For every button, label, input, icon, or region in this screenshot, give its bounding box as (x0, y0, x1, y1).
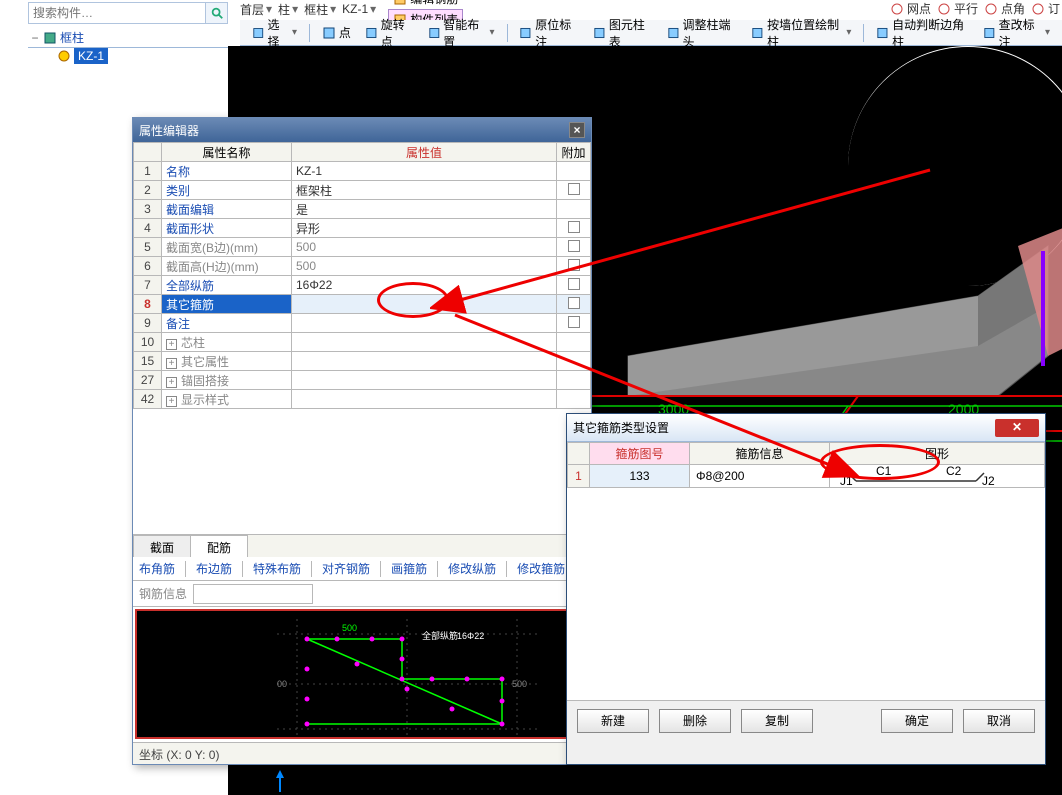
rebar-tool-2[interactable]: 特殊布筋 (253, 560, 301, 577)
dialog-title: 其它箍筋类型设置 (573, 419, 669, 436)
stirrup-type-dialog: 其它箍筋类型设置 ✕ 箍筋图号 箍筋信息 图形 1 133 Φ8@200 (566, 413, 1046, 765)
svg-text:C2: C2 (946, 465, 962, 478)
add-checkbox[interactable] (568, 278, 580, 290)
stirrup-no-cell[interactable]: 133 (590, 465, 690, 488)
search-input[interactable] (29, 3, 205, 23)
search-button[interactable] (205, 3, 227, 23)
property-table: 属性名称 属性值 附加 1名称KZ-12类别框架柱3截面编辑是4截面形状异形5截… (133, 142, 591, 409)
panel-title-text: 属性编辑器 (139, 122, 199, 139)
copy-button[interactable]: 复制 (741, 709, 813, 733)
stirrup-info-cell[interactable]: Φ8@200 (690, 465, 830, 488)
add-checkbox[interactable] (568, 297, 580, 309)
rebar-info-input[interactable] (193, 584, 313, 604)
prop-row-9[interactable]: 9备注 (134, 314, 591, 333)
svg-text:500: 500 (342, 623, 357, 633)
add-checkbox[interactable] (568, 221, 580, 233)
rebar-toolbar: 布角筋 布边筋 特殊布筋 对齐钢筋 画箍筋 修改纵筋 修改箍筋 (133, 557, 591, 581)
svg-text:500: 500 (277, 679, 287, 689)
member-tree: − 框柱 KZ-1 (28, 24, 228, 69)
sidebar: − 框柱 KZ-1 (28, 2, 228, 48)
col-shape: 图形 (830, 443, 1045, 465)
prop-row-15[interactable]: 15+其它属性 (134, 352, 591, 371)
rebar-tool-0[interactable]: 布角筋 (139, 560, 175, 577)
prop-row-7[interactable]: 7全部纵筋16Φ22 (134, 276, 591, 295)
prop-row-6[interactable]: 6截面高(H边)(mm)500 (134, 257, 591, 276)
rebar-tool-5[interactable]: 修改纵筋 (448, 560, 496, 577)
cancel-button[interactable]: 取消 (963, 709, 1035, 733)
topbtn-rebar-icon[interactable]: 编辑钢筋 (388, 0, 463, 9)
col-stirrup-info: 箍筋信息 (690, 443, 830, 465)
prop-row-27[interactable]: 27+锚固搭接 (134, 371, 591, 390)
tool-point-icon[interactable]: 点 (316, 21, 357, 44)
delete-button[interactable]: 删除 (659, 709, 731, 733)
prop-row-10[interactable]: 10+芯柱 (134, 333, 591, 352)
rebar-info-label: 钢筋信息 (139, 585, 187, 602)
svg-text:500: 500 (512, 679, 527, 689)
tree-root[interactable]: − 框柱 (30, 28, 226, 47)
main-toolbar: 选择点旋转点智能布置原位标注图元柱表调整柱端头按墙位置绘制柱自动判断边角柱查改标… (240, 20, 1062, 46)
new-button[interactable]: 新建 (577, 709, 649, 733)
prop-row-4[interactable]: 4截面形状异形 (134, 219, 591, 238)
rebar-tool-1[interactable]: 布边筋 (196, 560, 232, 577)
stirrup-table: 箍筋图号 箍筋信息 图形 1 133 Φ8@200 J1 C1 C2 J2 (567, 442, 1045, 488)
add-checkbox[interactable] (568, 183, 580, 195)
ok-button[interactable]: 确定 (881, 709, 953, 733)
add-checkbox[interactable] (568, 316, 580, 328)
dialog-close-button[interactable]: ✕ (995, 419, 1039, 437)
svg-text:J1: J1 (840, 474, 853, 487)
col-stirrup-no: 箍筋图号 (590, 443, 690, 465)
add-checkbox[interactable] (568, 259, 580, 271)
svg-text:16Φ22: 16Φ22 (457, 631, 484, 641)
combo-type[interactable]: 框柱▾ (304, 1, 336, 18)
section-canvas[interactable]: 500 全部纵筋 16Φ22 500 500 (135, 609, 589, 739)
col-name: 属性名称 (162, 143, 292, 162)
tree-child-kz1[interactable]: KZ-1 (30, 47, 226, 65)
row-num: 1 (568, 465, 590, 488)
tab-section[interactable]: 截面 (133, 535, 191, 557)
prop-row-1[interactable]: 1名称KZ-1 (134, 162, 591, 181)
coord-bar: 坐标 (X: 0 Y: 0) (133, 742, 591, 764)
panel-close-button[interactable]: × (569, 122, 585, 138)
rebar-tool-4[interactable]: 画箍筋 (391, 560, 427, 577)
col-value: 属性值 (292, 143, 557, 162)
svg-text:全部纵筋: 全部纵筋 (422, 630, 458, 641)
rebar-tool-3[interactable]: 对齐钢筋 (322, 560, 370, 577)
add-checkbox[interactable] (568, 240, 580, 252)
property-editor-panel: 属性编辑器 × 属性名称 属性值 附加 1名称KZ-12类别框架柱3截面编辑是4… (132, 117, 592, 765)
prop-row-3[interactable]: 3截面编辑是 (134, 200, 591, 219)
svg-text:C1: C1 (876, 465, 892, 478)
stirrup-shape-cell[interactable]: J1 C1 C2 J2 (830, 465, 1045, 488)
rebar-tool-6[interactable]: 修改箍筋 (517, 560, 565, 577)
prop-row-8[interactable]: 8其它箍筋 (134, 295, 591, 314)
prop-row-42[interactable]: 42+显示样式 (134, 390, 591, 409)
svg-text:J2: J2 (982, 474, 995, 487)
col-add: 附加 (557, 143, 591, 162)
prop-row-5[interactable]: 5截面宽(B边)(mm)500 (134, 238, 591, 257)
tab-rebar[interactable]: 配筋 (190, 535, 248, 557)
section-editor: 截面 配筋 布角筋 布边筋 特殊布筋 对齐钢筋 画箍筋 修改纵筋 修改箍筋 钢筋信息 (133, 534, 591, 764)
prop-row-2[interactable]: 2类别框架柱 (134, 181, 591, 200)
